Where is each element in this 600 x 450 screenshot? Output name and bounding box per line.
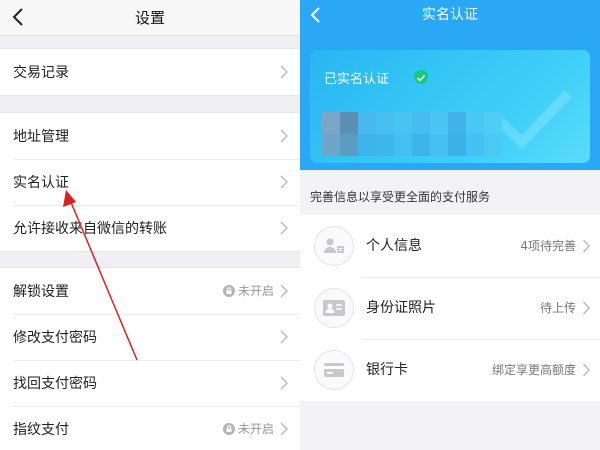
auth-item-status: 4项待完善 xyxy=(520,239,576,253)
settings-item-change-pay-password[interactable]: 修改支付密码 xyxy=(0,314,300,360)
settings-screen: 设置 交易记录 地址管理 实名认证 允许接收来自微信的转账 解锁设置 未开启 修… xyxy=(0,0,300,450)
lock-icon xyxy=(222,423,235,435)
auth-item-label: 身份证照片 xyxy=(366,300,436,316)
chevron-right-icon xyxy=(280,284,288,298)
auth-item-status: 绑定享更高额度 xyxy=(491,363,576,377)
settings-item-label: 允许接收来自微信的转账 xyxy=(13,221,167,237)
settings-item-label: 找回支付密码 xyxy=(13,376,97,392)
chevron-right-icon xyxy=(280,376,288,390)
settings-item-real-name-auth[interactable]: 实名认证 xyxy=(0,159,300,205)
settings-item-label: 指纹支付 xyxy=(13,422,69,438)
settings-item-label: 交易记录 xyxy=(13,65,69,81)
verification-card: 已实名认证 xyxy=(310,50,590,163)
verified-label: 已实名认证 xyxy=(324,72,390,87)
chevron-right-icon xyxy=(582,239,590,253)
settings-group-2: 地址管理 实名认证 允许接收来自微信的转账 xyxy=(0,112,300,252)
settings-group-1: 交易记录 xyxy=(0,48,300,96)
page-title: 实名认证 xyxy=(422,7,478,23)
status-text: 未开启 xyxy=(222,406,274,450)
auth-item-label: 银行卡 xyxy=(366,362,408,378)
auth-item-id-photo[interactable]: 身份证照片 待上传 xyxy=(300,277,600,339)
settings-group-3: 解锁设置 未开启 修改支付密码 找回支付密码 指纹支付 未开启 xyxy=(0,267,300,450)
status-label: 未开启 xyxy=(237,284,274,298)
real-name-auth-screen: 实名认证 已实名认证 完善信息以享受更全面的支付服务 个人信息 4项待完善 身份… xyxy=(300,0,600,450)
chevron-right-icon xyxy=(582,363,590,377)
auth-item-bank-card[interactable]: 银行卡 绑定享更高额度 xyxy=(300,339,600,401)
chevron-right-icon xyxy=(280,330,288,344)
chevron-right-icon xyxy=(280,129,288,143)
verified-check-icon xyxy=(414,70,428,84)
status-label: 未开启 xyxy=(237,422,274,436)
settings-header: 设置 xyxy=(0,0,300,36)
settings-item-label: 实名认证 xyxy=(13,175,69,191)
settings-item-label: 解锁设置 xyxy=(13,284,69,300)
chevron-right-icon xyxy=(280,221,288,235)
id-card-icon xyxy=(314,288,354,328)
auth-item-personal-info[interactable]: 个人信息 4项待完善 xyxy=(300,215,600,277)
status-text: 未开启 xyxy=(222,268,274,314)
auth-header: 实名认证 xyxy=(300,0,600,30)
settings-item-fingerprint-pay[interactable]: 指纹支付 未开启 xyxy=(0,406,300,450)
settings-item-label: 修改支付密码 xyxy=(13,330,97,346)
bank-card-icon xyxy=(314,350,354,390)
chevron-right-icon xyxy=(582,301,590,315)
chevron-right-icon xyxy=(280,422,288,436)
chevron-right-icon xyxy=(280,65,288,79)
settings-item-wechat-transfer[interactable]: 允许接收来自微信的转账 xyxy=(0,205,300,251)
settings-item-label: 地址管理 xyxy=(13,129,69,145)
hint-text: 完善信息以享受更全面的支付服务 xyxy=(310,190,491,204)
chevron-right-icon xyxy=(280,175,288,189)
auth-item-label: 个人信息 xyxy=(366,238,422,254)
settings-item-transaction-records[interactable]: 交易记录 xyxy=(0,49,300,95)
masked-name-mosaic xyxy=(322,112,502,156)
person-card-icon xyxy=(314,226,354,266)
settings-item-recover-pay-password[interactable]: 找回支付密码 xyxy=(0,360,300,406)
settings-item-unlock-settings[interactable]: 解锁设置 未开启 xyxy=(0,268,300,314)
lock-icon xyxy=(222,285,235,297)
settings-item-address-management[interactable]: 地址管理 xyxy=(0,113,300,159)
auth-item-status: 待上传 xyxy=(539,301,576,315)
auth-items-list: 个人信息 4项待完善 身份证照片 待上传 银行卡 绑定享更高额度 xyxy=(300,215,600,401)
page-title: 设置 xyxy=(134,9,165,27)
